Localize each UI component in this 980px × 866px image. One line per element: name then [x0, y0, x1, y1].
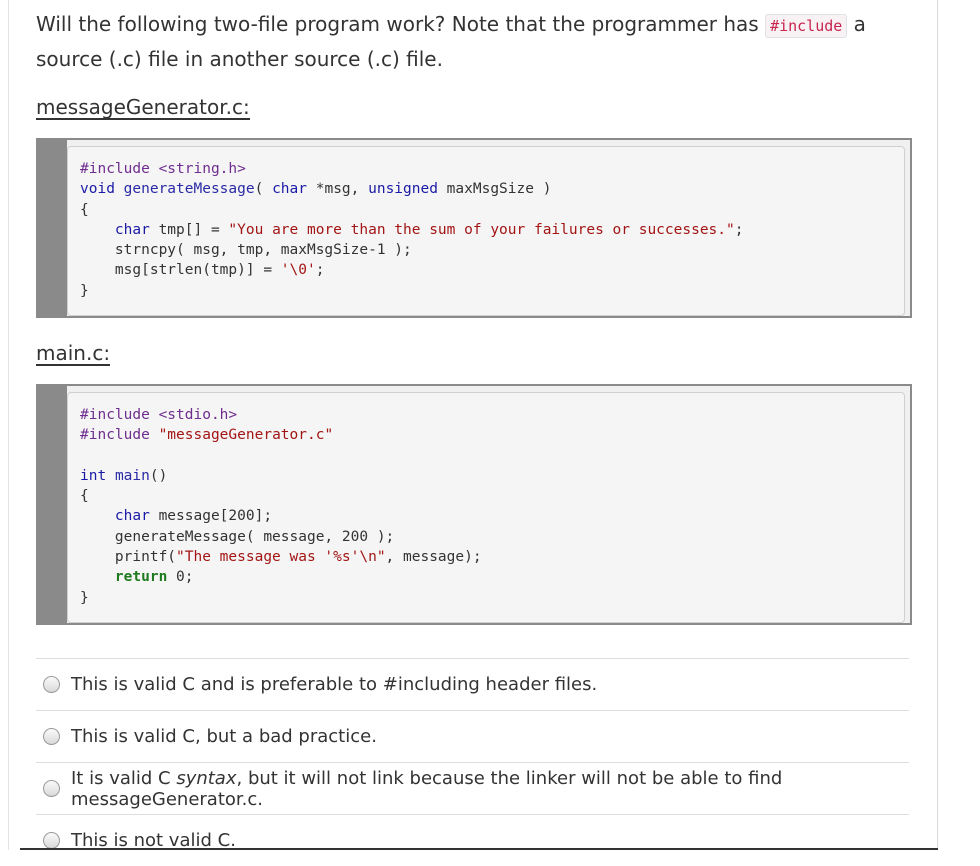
code-line: } [80, 589, 89, 606]
radio-button[interactable] [43, 780, 60, 797]
colon: : [103, 341, 111, 365]
colon: : [242, 95, 250, 119]
token: ( [254, 181, 273, 198]
token: #include <stdio.h> [80, 407, 238, 423]
answer-label: This is valid C and is preferable to #in… [71, 674, 598, 695]
token: generateMessage [123, 181, 255, 198]
token: message[200]; [149, 508, 273, 525]
code-line: strncpy( msg, tmp, maxMsgSize-1 ); [114, 242, 412, 259]
code-frame: #include <string.h> void generateMessage… [67, 140, 910, 316]
include-code: #include [765, 14, 848, 38]
radio-button[interactable] [43, 676, 60, 693]
file-label-message-generator: messageGenerator.c: [36, 96, 250, 120]
radio-button[interactable] [43, 728, 60, 745]
question-text: Will the following two-file program work… [36, 8, 926, 76]
token: maxMsgSize ) [437, 181, 552, 198]
token: msg[strlen(tmp)] = [114, 262, 281, 279]
answer-option-4[interactable]: This is not valid C. [36, 814, 909, 866]
code-frame: #include <stdio.h> #include "messageGene… [67, 386, 910, 623]
code-block-message-generator: #include <string.h> void generateMessage… [36, 138, 912, 318]
token: ; [734, 221, 744, 238]
token: #include [80, 427, 159, 444]
code-line: { [80, 201, 89, 218]
token: unsigned [368, 181, 438, 198]
token: char [272, 181, 307, 198]
token: char [114, 508, 150, 525]
token: #include <string.h> [80, 161, 246, 177]
token: main [114, 467, 150, 484]
token: void [80, 181, 115, 198]
token: printf( [114, 549, 177, 566]
code-line: } [80, 282, 89, 299]
answer-option-3[interactable]: It is valid C syntax, but it will not li… [36, 762, 909, 814]
answer-options: This is valid C and is preferable to #in… [36, 658, 909, 866]
token: return [114, 569, 168, 586]
code-block-main: #include <stdio.h> #include "messageGene… [36, 384, 912, 625]
code-line: { [80, 488, 89, 505]
code-line: void generateMessage( char *msg, unsigne… [80, 181, 551, 197]
token: int [80, 467, 107, 484]
token: 0; [167, 569, 194, 586]
code-line: #include <string.h> [80, 161, 246, 177]
file-name: messageGenerator.c [36, 95, 243, 119]
radio-button[interactable] [43, 832, 60, 849]
file-label-main: main.c: [36, 341, 111, 366]
answer-label: This is valid C, but a bad practice. [71, 726, 377, 747]
token: "You are more than the sum of your failu… [228, 221, 735, 238]
answer-option-2[interactable]: This is valid C, but a bad practice. [36, 710, 909, 762]
right-border [937, 0, 938, 850]
code-text: #include <stdio.h> #include "messageGene… [67, 392, 905, 623]
left-border [8, 0, 9, 850]
token: '\0' [280, 262, 316, 279]
answer-label: It is valid C syntax, but it will not li… [71, 768, 909, 810]
token: , message); [385, 549, 482, 566]
code-line: generateMessage( message, 200 ); [114, 528, 395, 545]
token: *msg, [307, 181, 369, 198]
file-name: main.c [36, 341, 104, 365]
answer-option-1[interactable]: This is valid C and is preferable to #in… [36, 658, 909, 710]
token: char [114, 221, 150, 238]
answer-label-part: It is valid C [71, 767, 177, 789]
token: ; [315, 262, 325, 279]
question-text-before: Will the following two-file program work… [36, 12, 766, 36]
answer-label-emphasis: syntax [176, 767, 237, 789]
token: tmp[] = [149, 221, 229, 238]
token: () [149, 467, 168, 484]
code-text: #include <string.h> void generateMessage… [67, 146, 905, 316]
token: "The message was '%s'\n" [176, 549, 386, 566]
token: "messageGenerator.c" [158, 427, 334, 444]
